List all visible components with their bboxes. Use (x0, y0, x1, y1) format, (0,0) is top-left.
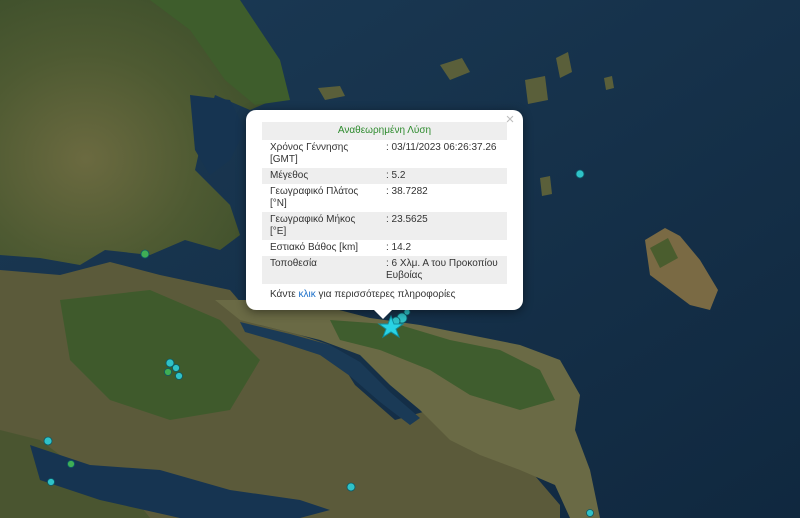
earthquake-marker[interactable] (43, 436, 53, 446)
popup-pointer (374, 310, 392, 319)
earthquake-marker[interactable] (575, 169, 585, 179)
detail-row-latitude: Γεωγραφικό Πλάτος [°N] : 38.7282 (262, 184, 507, 212)
earthquake-marker[interactable] (346, 482, 356, 492)
detail-row-depth: Εστιακό Βάθος [km] : 14.2 (262, 240, 507, 256)
detail-label: Μέγεθος (262, 168, 376, 184)
detail-value: : 6 Χλμ. Α του Προκοπίου Ευβοίας (376, 256, 507, 284)
earthquake-marker[interactable] (140, 249, 150, 259)
detail-label: Γεωγραφικό Πλάτος [°N] (270, 186, 359, 209)
detail-label: Γεωγραφικό Μήκος [°E] (262, 212, 376, 240)
detail-value: : 14.2 (386, 242, 412, 253)
earthquake-marker[interactable] (67, 460, 75, 468)
detail-value: : 23.5625 (376, 212, 507, 240)
popup-title: Αναθεωρημένη Λύση (262, 122, 507, 140)
island-alonissos (525, 76, 548, 104)
detail-value: : 5.2 (376, 168, 507, 184)
detail-value: : 03/11/2023 06:26:37.26 (386, 142, 497, 153)
detail-row-origin-time: Χρόνος Γέννησης [GMT] : 03/11/2023 06:26… (262, 140, 507, 168)
more-info-link[interactable]: κλικ (299, 289, 316, 300)
earthquake-info-popup: × Αναθεωρημένη Λύση Χρόνος Γέννησης [GMT… (246, 110, 523, 319)
earthquake-marker[interactable] (586, 509, 594, 517)
detail-row-longitude: Γεωγραφικό Μήκος [°E] : 23.5625 (262, 212, 507, 240)
footer-suffix: για περισσότερες πληροφορίες (318, 289, 456, 300)
detail-label: Χρόνος Γέννησης [GMT] (270, 142, 349, 165)
detail-label: Εστιακό Βάθος [km] (270, 242, 359, 253)
detail-row-location: Τοποθεσία : 6 Χλμ. Α του Προκοπίου Ευβοί… (262, 256, 507, 284)
quake-details-table: Αναθεωρημένη Λύση Χρόνος Γέννησης [GMT] … (262, 122, 507, 284)
detail-value: : 38.7282 (386, 186, 428, 197)
island-small-2 (540, 176, 552, 196)
detail-label: Τοποθεσία (262, 256, 376, 284)
close-icon[interactable]: × (503, 112, 517, 128)
popup-title-row: Αναθεωρημένη Λύση (262, 122, 507, 140)
detail-row-magnitude: Μέγεθος : 5.2 (262, 168, 507, 184)
footer-prefix: Κάντε (270, 289, 296, 300)
earthquake-marker[interactable] (172, 364, 180, 372)
earthquake-marker[interactable] (47, 478, 55, 486)
earthquake-marker[interactable] (175, 372, 183, 380)
popup-footer: Κάντε κλικ για περισσότερες πληροφορίες (262, 289, 507, 300)
earthquake-marker[interactable] (164, 368, 172, 376)
